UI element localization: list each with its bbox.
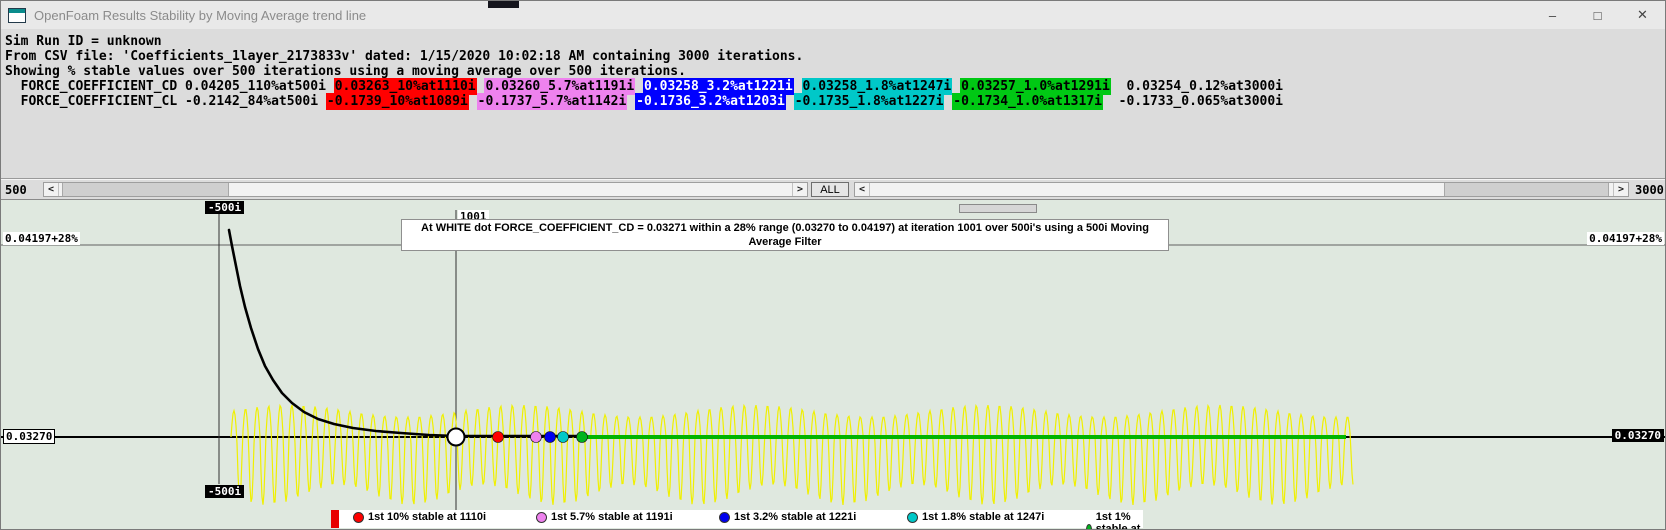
- stability-dot-1%: [576, 431, 588, 443]
- upper-bound-right-label: 0.04197+28%: [1587, 232, 1664, 245]
- stability-highlight: -0.1735_1.8%at1227i: [793, 93, 945, 110]
- background-window-fragment: [488, 1, 519, 8]
- stability-dot-10%: [492, 431, 504, 443]
- right-scrollbar-right-arrow-icon[interactable]: >: [1613, 183, 1628, 196]
- window-title: OpenFoam Results Stability by Moving Ave…: [34, 7, 367, 23]
- legend-red-block: [331, 510, 339, 528]
- left-scrollbar[interactable]: < >: [43, 182, 808, 197]
- titlebar[interactable]: OpenFoam Results Stability by Moving Ave…: [1, 1, 1665, 30]
- coefficient-final-value: 0.03254_0.12%at3000i: [1118, 79, 1284, 94]
- legend-dot-icon: [907, 511, 918, 523]
- left-scrollbar-thumb[interactable]: [62, 183, 229, 196]
- coefficient-final-value: -0.1733_0.065%at3000i: [1110, 94, 1283, 109]
- window-controls: – □ ✕: [1530, 1, 1665, 29]
- coefficient-row: FORCE_COEFFICIENT_CD 0.04205_110%at500i …: [5, 78, 1661, 95]
- legend-label: 1st 3.2% stable at 1221i: [734, 511, 857, 523]
- chart-area[interactable]: -500i -500i 1001 0.04197+28% 0.04197+28%…: [1, 199, 1665, 530]
- upper-bound-left-label: 0.04197+28%: [3, 232, 80, 245]
- scroll-row: 500 < > ALL < > 3000: [1, 179, 1665, 200]
- legend-label: 1st 10% stable at 1110i: [368, 511, 487, 523]
- legend-item: 1st 1% stable at 1291i: [1086, 511, 1143, 530]
- right-scrollbar-left-arrow-icon[interactable]: <: [855, 183, 870, 196]
- left-scrollbar-right-arrow-icon[interactable]: >: [792, 183, 807, 196]
- minus-500i-bottom-label: -500i: [205, 485, 245, 498]
- legend-item: 1st 10% stable at 1110i: [353, 511, 486, 523]
- stability-dot-5.7%: [530, 431, 542, 443]
- minimize-button[interactable]: –: [1530, 1, 1575, 29]
- coefficient-initial-value: FORCE_COEFFICIENT_CL -0.2142_84%at500i: [5, 94, 326, 109]
- legend-item: 1st 5.7% stable at 1191i: [536, 511, 673, 523]
- coefficient-rows: FORCE_COEFFICIENT_CD 0.04205_110%at500i …: [5, 78, 1661, 110]
- stability-highlight: -0.1739_10%at1089i: [325, 93, 469, 110]
- stability-highlight: -0.1734_1.0%at1317i: [952, 93, 1103, 110]
- baseline-left-label: 0.03270: [3, 429, 56, 444]
- range-end-label: 3000: [1635, 183, 1664, 197]
- moving-average-series: [227, 228, 585, 438]
- legend-item: 1st 1.8% stable at 1247i: [907, 511, 1044, 523]
- cursor-white-dot: [446, 427, 466, 447]
- sim-run-id-line: Sim Run ID = unknown: [5, 34, 162, 49]
- legend-dot-icon: [353, 511, 364, 523]
- legend-label: 1st 5.7% stable at 1191i: [551, 511, 673, 523]
- app-window: OpenFoam Results Stability by Moving Ave…: [0, 0, 1666, 530]
- stability-dot-3.2%: [544, 431, 556, 443]
- info-panel: Sim Run ID = unknown From CSV file: 'Coe…: [1, 29, 1665, 179]
- app-icon: [8, 7, 26, 23]
- minus-500i-top-label: -500i: [205, 201, 245, 214]
- legend: 1st 10% stable at 1110i 1st 5.7% stable a…: [331, 510, 1143, 530]
- legend-dot-icon: [719, 511, 730, 523]
- maximize-button[interactable]: □: [1575, 1, 1620, 29]
- mini-scroll-indicator: [959, 204, 1037, 213]
- stability-highlight: -0.1737_5.7%at1142i: [476, 93, 628, 110]
- stability-description-line: Showing % stable values over 500 iterati…: [5, 64, 686, 79]
- stability-dot-1.8%: [557, 431, 569, 443]
- coefficient-initial-value: FORCE_COEFFICIENT_CD 0.04205_110%at500i: [5, 79, 334, 94]
- right-scrollbar-thumb[interactable]: [1444, 183, 1609, 196]
- legend-dot-icon: [1086, 523, 1092, 529]
- right-scrollbar[interactable]: < >: [854, 182, 1629, 197]
- stability-highlight: -0.1736_3.2%at1203i: [635, 93, 786, 110]
- raw-oscillation-series: [230, 403, 1354, 505]
- csv-file-line: From CSV file: 'Coefficients_1layer_2173…: [5, 49, 804, 64]
- coefficient-row: FORCE_COEFFICIENT_CL -0.2142_84%at500i -…: [5, 93, 1661, 110]
- close-button[interactable]: ✕: [1620, 1, 1665, 29]
- cursor-annotation: At WHITE dot FORCE_COEFFICIENT_CD = 0.03…: [401, 219, 1169, 251]
- baseline-right-label: 0.03270: [1611, 429, 1664, 442]
- legend-label: 1st 1.8% stable at 1247i: [922, 511, 1045, 523]
- legend-label: 1st 1% stable at 1291i: [1095, 511, 1141, 530]
- range-start-label: 500: [5, 183, 27, 197]
- legend-item: 1st 3.2% stable at 1221i: [719, 511, 856, 523]
- legend-dot-icon: [536, 511, 547, 523]
- all-button[interactable]: ALL: [811, 182, 849, 197]
- left-scrollbar-left-arrow-icon[interactable]: <: [44, 183, 59, 196]
